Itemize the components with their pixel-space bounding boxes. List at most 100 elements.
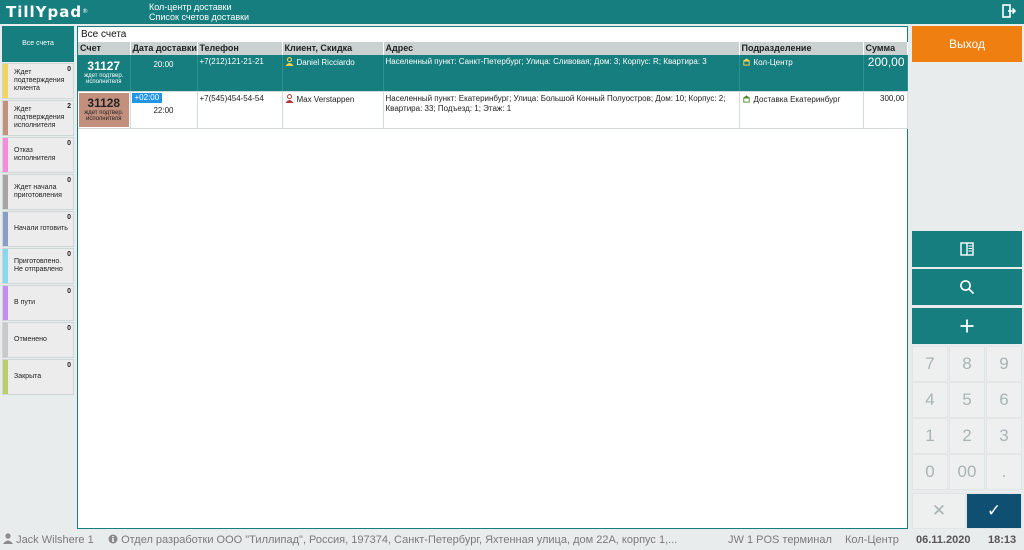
order-number: 31128 [87,96,121,110]
delivery-time: 20:00 [153,60,174,69]
sidebar-item-2[interactable]: Ждет подтверждения исполнителя 2 [2,100,74,136]
sidebar-item-6[interactable]: Приготовлено. Не отправлено 0 [2,248,74,284]
order-number-cell: 31128 ждет подтвер. исполнителя [78,91,131,129]
keypad-key-4[interactable]: 4 [912,382,948,418]
user-info: Jack Wilshere 1 [3,530,94,550]
sidebar-item-label: Отказ исполнителя [14,147,56,162]
sidebar-item-1[interactable]: Ждет подтверждения клиента 0 [2,63,74,99]
toggle-panel-button[interactable] [912,231,1022,267]
division-cell: Доставка Екатеринбург [739,91,864,129]
status-bar: Jack Wilshere 1 Отдел разработки ООО "Ти… [0,530,1024,550]
client-cell: Max Verstappen [282,91,384,129]
order-number-box: 31128 ждет подтвер. исполнителя [79,92,129,127]
order-number: 31127 [87,59,121,74]
order-status: ждет подтвер. исполнителя [84,110,124,122]
client-icon [285,93,293,103]
keypad-key-3[interactable]: 3 [986,418,1022,454]
delivery-time-cell: +02:00 22:00 [130,91,198,129]
order-status: ждет подтвер. исполнителя [84,73,124,86]
keypad-key-9[interactable]: 9 [986,346,1022,382]
status-color-stripe [3,175,8,209]
sidebar-item-label: Отменено [14,336,47,343]
column-header-sum[interactable]: Сумма [863,42,908,55]
sidebar-item-7[interactable]: В пути 0 [2,285,74,321]
status-color-stripe [3,286,8,320]
sidebar-item-label: Ждет подтверждения клиента [14,69,65,92]
sidebar-item-3[interactable]: Отказ исполнителя 0 [2,137,74,173]
status-color-stripe [3,138,8,172]
orders-panel: Все счета Счет Дата доставки Телефон Кли… [77,26,908,529]
sidebar-item-count: 0 [67,288,71,295]
client-icon [285,57,293,66]
current-date: 06.11.2020 [916,534,971,546]
sidebar-item-label: Ждет подтверждения исполнителя [14,106,65,129]
order-sum: 200,00 [867,55,905,69]
division-name: Доставка Екатеринбург [753,94,841,104]
table-header-row: Счет Дата доставки Телефон Клиент, Скидк… [78,42,908,55]
keypad-key-8[interactable]: 8 [949,346,985,382]
division-cell: Кол-Центр [739,55,864,92]
header-titles: Кол-центр доставки Список счетов доставк… [149,2,249,22]
column-header-phone[interactable]: Телефон [197,42,283,55]
sidebar-item-label: Все счета [22,40,54,47]
column-header-number[interactable]: Счет [78,42,131,55]
terminal-name: JW 1 POS терминал [728,534,832,546]
phone-cell: +7(212)121-21-21 [197,55,283,92]
keypad-key-2[interactable]: 2 [949,418,985,454]
cancel-button[interactable]: ✕ [912,493,966,529]
sidebar-item-label: Начали готовить [14,225,68,232]
status-filter-sidebar: Все счета Ждет подтверждения клиента 0 Ждет… [2,26,74,396]
status-color-stripe [3,212,8,246]
sum-cell: 200,00 [863,55,908,92]
keypad-key-dot[interactable]: . [986,454,1022,490]
sidebar-item-0[interactable]: Все счета [2,26,74,62]
status-color-stripe [3,323,8,357]
sidebar-item-4[interactable]: Ждет начала приготовления 0 [2,174,74,210]
column-header-client[interactable]: Клиент, Скидка [282,42,384,55]
place-name: Кол-Центр [845,534,899,546]
table-row[interactable]: 31128 ждет подтвер. исполнителя +02:00 22:0… [78,91,908,129]
search-icon [960,280,975,295]
status-color-stripe [3,101,8,135]
sidebar-item-count: 0 [67,66,71,73]
division-icon [742,58,750,66]
division-name: Кол-Центр [753,58,793,67]
phone-number: +7(212)121-21-21 [199,57,264,66]
table-row[interactable]: 31127 ждет подтвер. исполнителя 20:00 +7(21… [78,55,908,92]
keypad-key-00[interactable]: 00 [949,454,985,490]
column-header-delivery-date[interactable]: Дата доставки [130,42,198,55]
sidebar-item-9[interactable]: Закрыта 0 [2,359,74,395]
logout-icon[interactable] [1002,4,1016,18]
orders-table: Счет Дата доставки Телефон Клиент, Скидк… [78,42,908,129]
sidebar-item-count: 0 [67,325,71,332]
address-text: Населенный пункт: Санкт-Петербург; Улица… [385,57,707,66]
exit-button[interactable]: Выход [912,26,1022,62]
column-header-address[interactable]: Адрес [383,42,740,55]
sidebar-item-5[interactable]: Начали готовить 0 [2,211,74,247]
column-header-division[interactable]: Подразделение [739,42,864,55]
app-logo: TillYpad® [6,3,90,21]
current-time: 18:13 [988,534,1017,546]
address-cell: Населенный пункт: Екатеринбург; Улица: Б… [383,91,740,129]
client-cell: Daniel Ricciardo [282,55,384,92]
address-cell: Населенный пункт: Санкт-Петербург; Улица… [383,55,740,92]
status-color-stripe [3,64,8,98]
keypad-key-7[interactable]: 7 [912,346,948,382]
keypad-key-6[interactable]: 6 [986,382,1022,418]
add-order-button[interactable] [912,308,1022,344]
confirm-button[interactable]: ✓ [966,493,1022,529]
page-subtitle: Список счетов доставки [149,12,250,22]
phone-number: +7(545)454-54-54 [199,93,264,103]
sidebar-item-8[interactable]: Отменено 0 [2,322,74,358]
keypad-key-0[interactable]: 0 [912,454,948,490]
user-icon [3,533,13,544]
keypad-key-5[interactable]: 5 [949,382,985,418]
status-color-stripe [3,360,8,394]
status-color-stripe [3,249,8,283]
user-name: Jack Wilshere 1 [16,534,94,546]
keypad-key-1[interactable]: 1 [912,418,948,454]
sidebar-item-label: В пути [14,299,36,306]
search-button[interactable] [912,269,1022,305]
organization-info: Отдел разработки ООО "Тиллипад", Россия,… [108,530,714,550]
app-title: Кол-центр доставки [149,2,232,12]
